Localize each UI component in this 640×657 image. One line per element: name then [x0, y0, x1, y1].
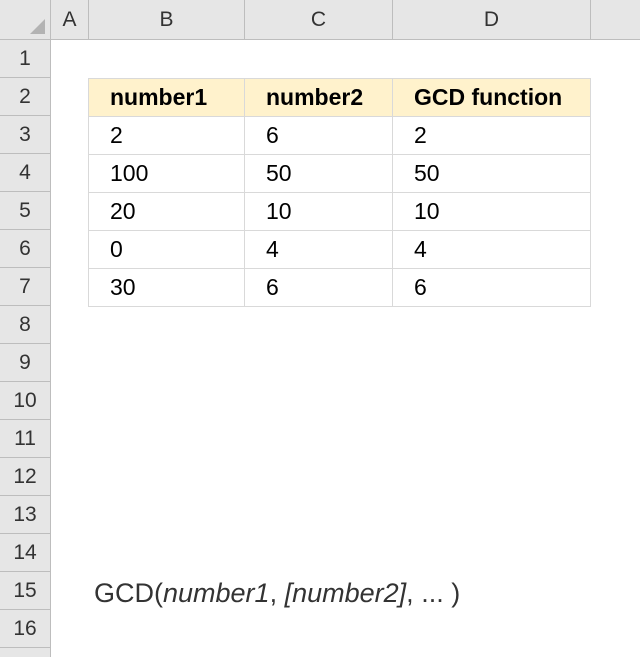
select-all-triangle-icon	[30, 19, 45, 34]
row-header[interactable]: 2	[0, 78, 50, 116]
column-header-b[interactable]: B	[89, 0, 245, 39]
row-header[interactable]: 14	[0, 534, 50, 572]
row-header[interactable]: 4	[0, 154, 50, 192]
row-header[interactable]: 10	[0, 382, 50, 420]
spreadsheet: A B C D 1 2 3 4 5 6 7 8 9 10 11 12 13 14…	[0, 0, 640, 657]
table-cell[interactable]: 20	[88, 192, 245, 231]
table-cell[interactable]: 0	[88, 230, 245, 269]
row-header-bar: 1 2 3 4 5 6 7 8 9 10 11 12 13 14 15 16	[0, 40, 51, 657]
table-cell[interactable]: 6	[392, 268, 591, 307]
syntax-arg-number2: [number2]	[284, 578, 407, 608]
table-cell[interactable]: 6	[244, 116, 393, 155]
row-header[interactable]: 3	[0, 116, 50, 154]
table-cell[interactable]: 2	[88, 116, 245, 155]
row-header[interactable]: 9	[0, 344, 50, 382]
syntax-rest: ... )	[421, 578, 461, 608]
column-header-a[interactable]: A	[51, 0, 89, 39]
row-header[interactable]: 8	[0, 306, 50, 344]
table-cell[interactable]: 30	[88, 268, 245, 307]
table-cell[interactable]: 100	[88, 154, 245, 193]
table-row: 100 50 50	[88, 154, 591, 193]
row-header[interactable]: 15	[0, 572, 50, 610]
table-cell[interactable]: 10	[244, 192, 393, 231]
column-header-d[interactable]: D	[393, 0, 591, 39]
select-all-corner[interactable]	[0, 0, 51, 39]
syntax-function-name: GCD(	[94, 578, 163, 608]
table-cell[interactable]: 50	[392, 154, 591, 193]
header-cell-number1[interactable]: number1	[88, 78, 245, 117]
table-header-row: number1 number2 GCD function	[88, 78, 591, 117]
row-header[interactable]: 6	[0, 230, 50, 268]
table-row: 30 6 6	[88, 268, 591, 307]
syntax-separator: ,	[406, 578, 422, 608]
table-row: 2 6 2	[88, 116, 591, 155]
table-cell[interactable]: 2	[392, 116, 591, 155]
row-header[interactable]: 12	[0, 458, 50, 496]
header-cell-number2[interactable]: number2	[244, 78, 393, 117]
row-header[interactable]: 13	[0, 496, 50, 534]
table-cell[interactable]: 10	[392, 192, 591, 231]
row-header[interactable]: 16	[0, 610, 50, 648]
column-header-bar: A B C D	[0, 0, 640, 40]
gcd-syntax-caption: GCD(number1, [number2], ... )	[94, 578, 460, 609]
syntax-separator: ,	[269, 578, 285, 608]
syntax-arg-number1: number1	[163, 578, 270, 608]
table-cell[interactable]: 50	[244, 154, 393, 193]
gcd-data-table: number1 number2 GCD function 2 6 2 100 5…	[88, 78, 591, 307]
table-cell[interactable]: 4	[244, 230, 393, 269]
row-header[interactable]: 1	[0, 40, 50, 78]
table-cell[interactable]: 4	[392, 230, 591, 269]
table-row: 20 10 10	[88, 192, 591, 231]
row-header[interactable]: 11	[0, 420, 50, 458]
row-header[interactable]: 5	[0, 192, 50, 230]
header-cell-gcd-function[interactable]: GCD function	[392, 78, 591, 117]
table-cell[interactable]: 6	[244, 268, 393, 307]
row-header[interactable]: 7	[0, 268, 50, 306]
table-row: 0 4 4	[88, 230, 591, 269]
column-header-c[interactable]: C	[245, 0, 393, 39]
